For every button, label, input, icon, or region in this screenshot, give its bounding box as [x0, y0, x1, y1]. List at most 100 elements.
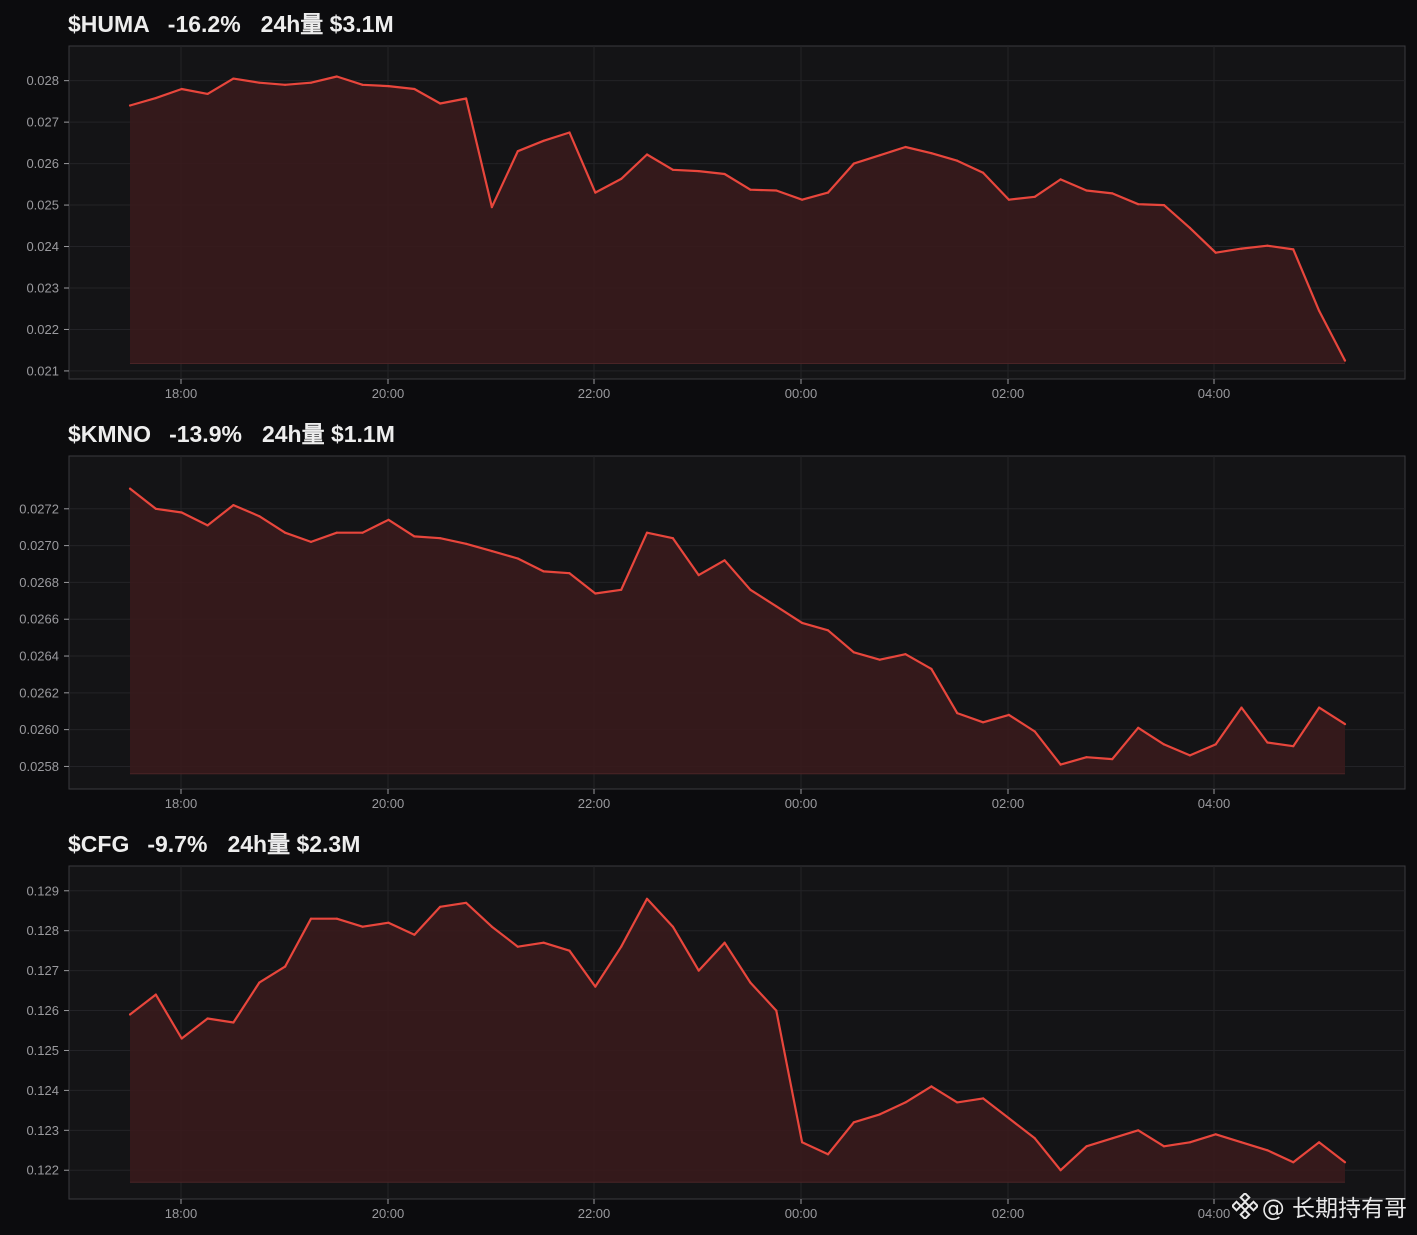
data-point: [1318, 309, 1321, 312]
chart-title: $CFG -9.7% 24h量 $2.3M: [68, 824, 380, 864]
ticker-label: $CFG: [68, 831, 130, 857]
data-point: [723, 172, 726, 176]
data-point: [1214, 743, 1217, 746]
data-point: [1318, 1141, 1321, 1144]
data-point: [801, 621, 804, 624]
data-point: [387, 921, 390, 924]
data-point: [878, 154, 881, 157]
data-point: [1059, 763, 1062, 766]
data-point: [258, 981, 261, 984]
data-point: [335, 531, 338, 534]
ticker-label: $KMNO: [68, 421, 152, 447]
data-point: [697, 170, 700, 173]
data-point: [180, 87, 183, 91]
change-label: -16.2%: [167, 11, 241, 37]
data-point: [490, 550, 493, 553]
data-point: [1137, 726, 1140, 729]
x-tick-label: 02:00: [992, 796, 1025, 811]
data-point: [516, 150, 519, 153]
data-point: [826, 1153, 830, 1156]
data-point: [1240, 1141, 1243, 1144]
data-point: [620, 945, 623, 948]
data-point: [413, 87, 416, 91]
y-tick-label: 0.129: [26, 883, 59, 898]
data-point: [982, 1097, 985, 1100]
data-point: [852, 1121, 855, 1124]
data-point: [620, 177, 623, 180]
x-tick-label: 18:00: [165, 386, 198, 401]
data-point: [439, 102, 442, 105]
data-point: [542, 139, 545, 142]
data-point: [1085, 189, 1088, 192]
line-chart: 0.021 0.022 0.023 0.024 0.025 0.026 0.027 0.028…: [26, 45, 1406, 401]
data-point: [180, 511, 183, 514]
volume-label: 24h量 $3.1M: [260, 11, 394, 37]
data-point: [775, 605, 778, 608]
y-tick-label: 0.0268: [19, 575, 59, 590]
x-tick-label: 04:00: [1198, 796, 1231, 811]
data-point: [1292, 745, 1295, 748]
chart-panel-cfg: $CFG -9.7% 24h量 $2.3M 0.122 0.123 0.124 0.125…: [0, 824, 1417, 1232]
data-point: [1343, 723, 1347, 726]
ticker-label: $HUMA: [68, 11, 150, 37]
binance-logo-icon: [1231, 1193, 1258, 1219]
data-point: [1085, 1145, 1088, 1148]
volume-label: 24h量 $1.1M: [261, 421, 395, 447]
x-tick-label: 22:00: [578, 386, 611, 401]
data-point: [465, 901, 468, 904]
data-point: [387, 518, 390, 521]
y-tick-label: 0.0264: [19, 649, 59, 664]
data-point: [1266, 1149, 1269, 1152]
change-label: -9.7%: [147, 831, 208, 857]
data-point: [982, 171, 985, 174]
x-tick-label: 18:00: [165, 796, 198, 811]
y-tick-label: 0.127: [26, 963, 59, 978]
data-point: [232, 504, 235, 507]
data-point: [361, 531, 364, 534]
y-tick-label: 0.021: [26, 363, 59, 378]
data-point: [1007, 713, 1011, 716]
data-point: [1240, 247, 1243, 250]
data-point: [1162, 743, 1166, 746]
y-tick-label: 0.025: [26, 198, 59, 213]
chart-title: $KMNO -13.9% 24h量 $1.1M: [68, 414, 415, 454]
data-point: [671, 537, 675, 540]
data-point: [956, 159, 959, 162]
data-point: [309, 81, 313, 84]
x-tick-label: 18:00: [165, 1206, 198, 1221]
y-tick-label: 0.0266: [19, 612, 59, 627]
data-point: [387, 85, 390, 88]
data-point: [490, 206, 493, 209]
y-tick-label: 0.022: [26, 322, 59, 337]
data-point: [516, 945, 519, 948]
data-point: [1292, 1161, 1295, 1164]
data-point: [361, 925, 364, 928]
line-chart: 0.0258 0.0260 0.0262 0.0264 0.0266 0.0268 0.02…: [19, 455, 1406, 811]
volume-label: 24h量 $2.3M: [227, 831, 361, 857]
y-tick-label: 0.023: [26, 280, 59, 295]
data-point: [206, 92, 209, 95]
data-point: [1033, 1137, 1036, 1140]
data-point: [232, 1021, 235, 1024]
data-point: [309, 540, 313, 543]
data-point: [465, 542, 468, 545]
data-point: [542, 570, 545, 573]
data-point: [930, 152, 933, 155]
x-tick-label: 20:00: [372, 1206, 405, 1221]
data-point: [775, 189, 778, 192]
data-point: [232, 77, 235, 80]
data-point: [723, 559, 726, 562]
data-point: [801, 1141, 804, 1144]
line-chart: 0.122 0.123 0.124 0.125 0.126 0.127 0.128 0.129…: [26, 865, 1406, 1221]
data-point: [1033, 195, 1036, 198]
data-point: [1214, 1133, 1217, 1136]
data-point: [826, 191, 830, 194]
data-point: [335, 917, 338, 920]
y-tick-label: 0.0272: [19, 501, 59, 516]
y-tick-label: 0.123: [26, 1123, 59, 1138]
data-point: [1266, 244, 1269, 247]
data-point: [1137, 203, 1140, 206]
data-point: [645, 897, 649, 900]
y-tick-label: 0.0262: [19, 685, 59, 700]
data-point: [1033, 730, 1036, 733]
